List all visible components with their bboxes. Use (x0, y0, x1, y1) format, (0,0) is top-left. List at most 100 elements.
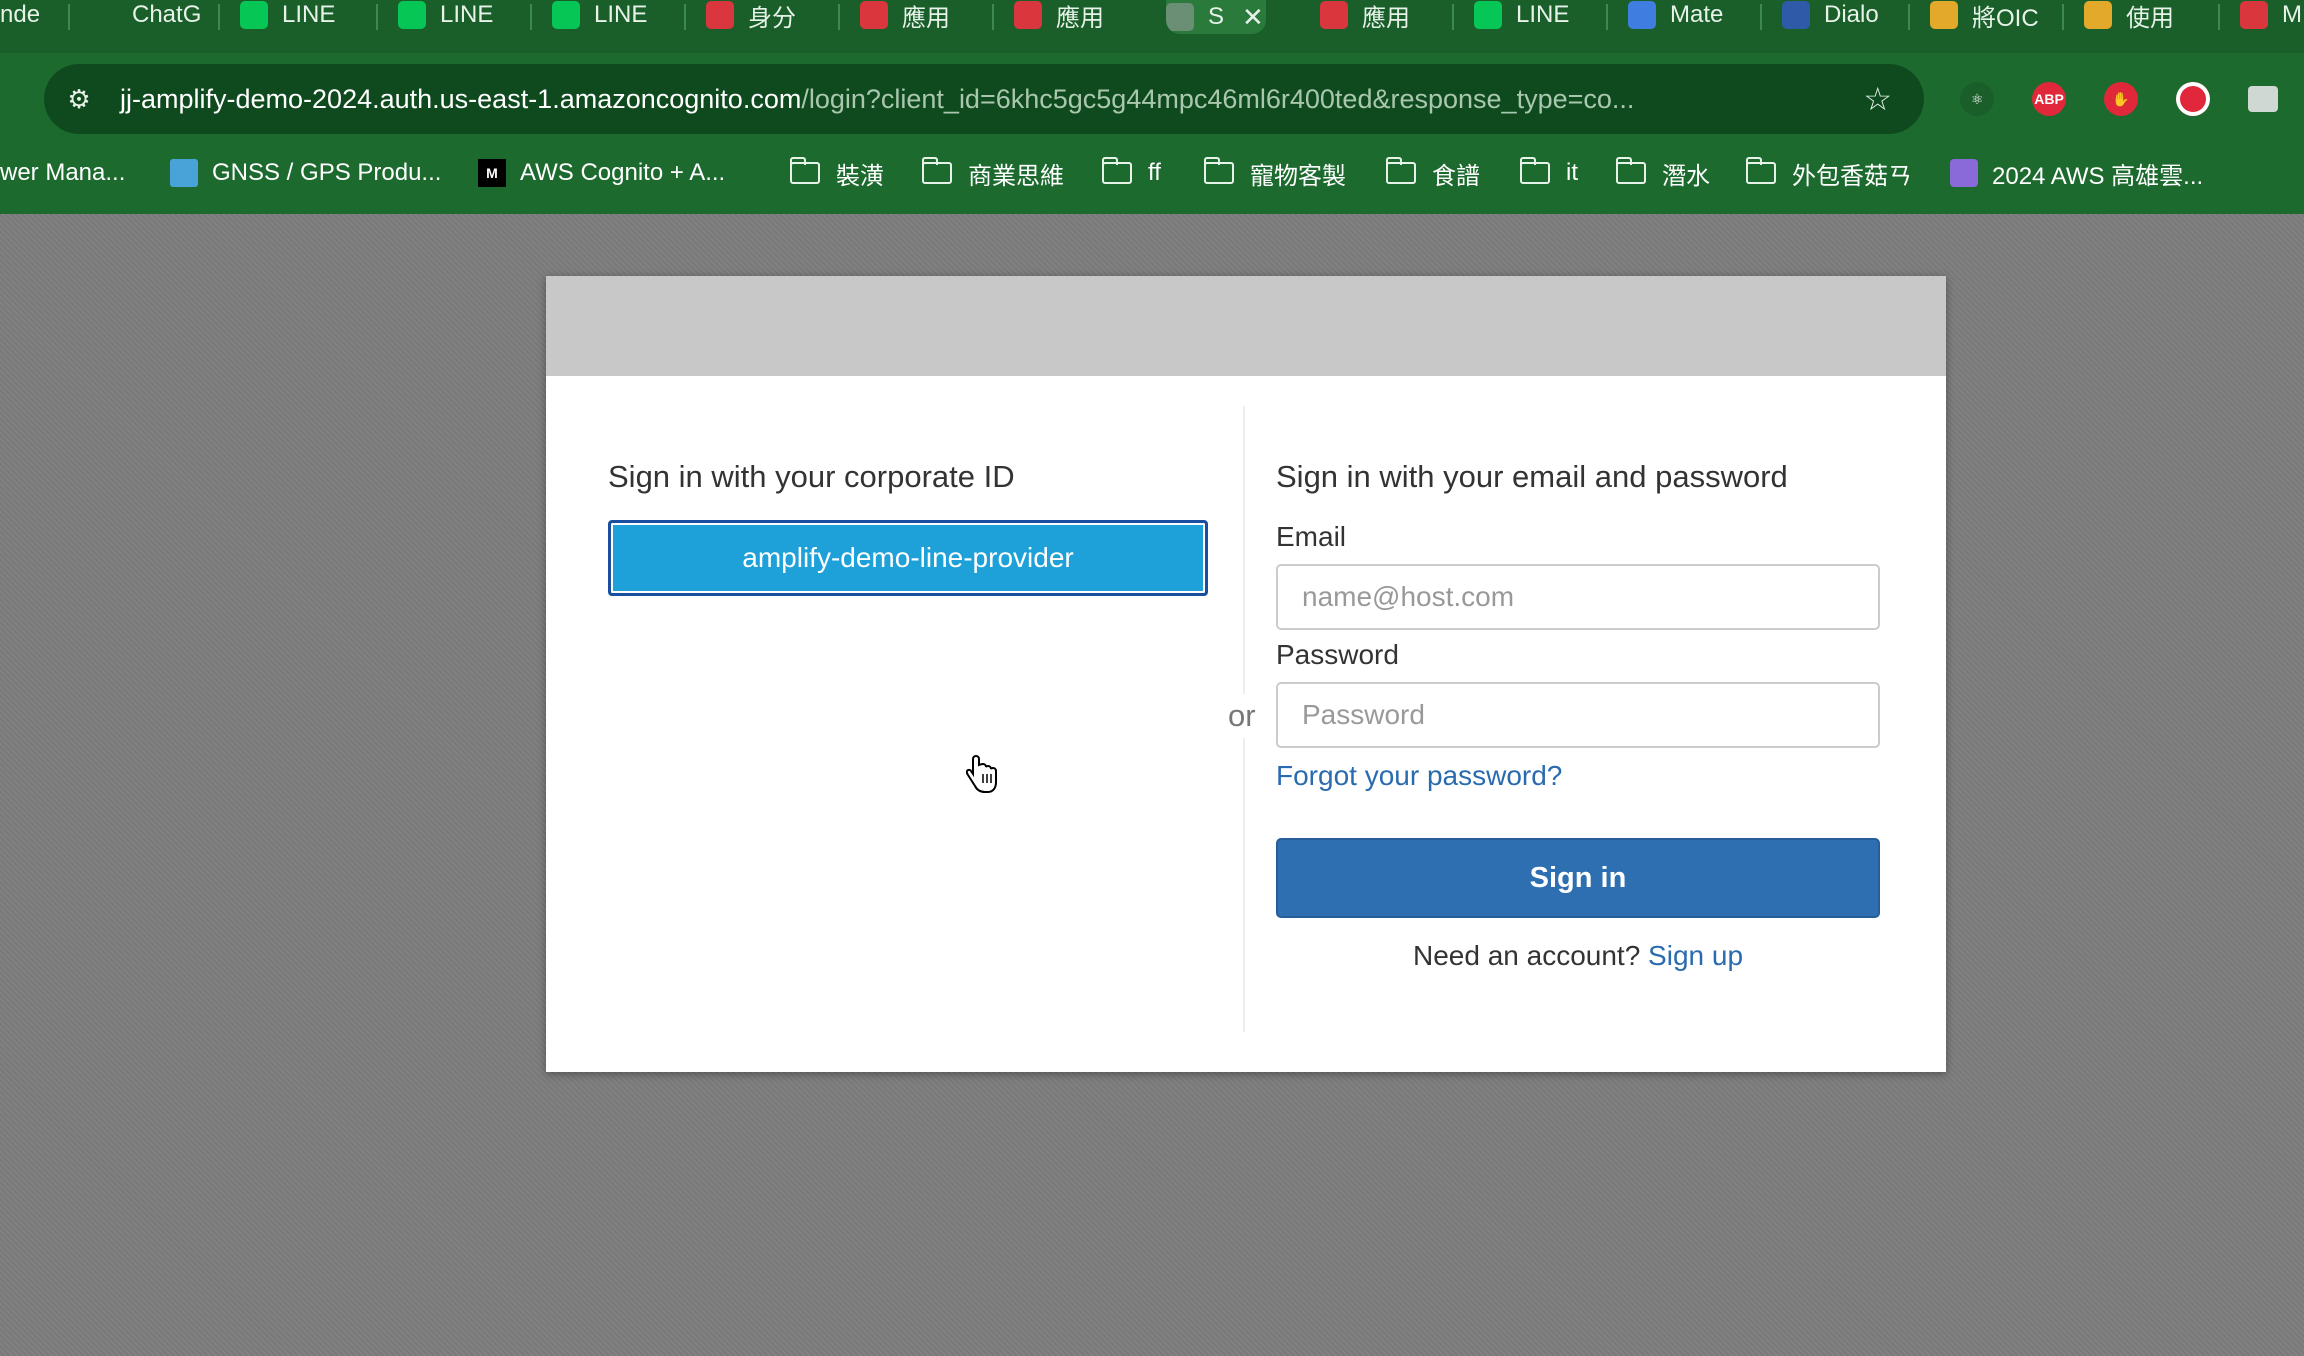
bookmark-item[interactable]: 外包香菇ㄢ (1746, 150, 1912, 196)
bookmark-label: wer Mana... (0, 159, 126, 186)
browser-tab[interactable]: Mate (1628, 0, 1758, 30)
tab-label: 使用 (2126, 4, 2174, 31)
tab-separator (992, 4, 994, 30)
line-icon (552, 1, 580, 29)
browser-tab[interactable]: 應用 (860, 0, 980, 30)
browser-tab[interactable]: ChatG (90, 0, 220, 30)
globe-icon (1166, 3, 1194, 31)
cloud-icon (2240, 1, 2268, 29)
folder-icon (1102, 157, 1132, 184)
bookmark-item[interactable]: 2024 AWS 高雄雲... (1950, 150, 2203, 196)
tab-label: M (2282, 1, 2302, 28)
bookmark-item[interactable]: it (1520, 150, 1578, 196)
bookmark-item[interactable]: ff (1102, 150, 1161, 196)
bookmark-label: it (1566, 159, 1578, 186)
page-background: Sign in with your corporate ID amplify-d… (0, 214, 2304, 1356)
bookmark-item[interactable]: 寵物客製 (1204, 150, 1346, 196)
tab-separator (1452, 4, 1454, 30)
box-icon (1930, 1, 1958, 29)
browser-tab[interactable]: 身分 (706, 0, 826, 30)
browser-tab[interactable]: 應用 (1320, 0, 1440, 30)
material-icon (1628, 1, 1656, 29)
bookmark-item[interactable]: M AWS Cognito + A... (478, 150, 725, 196)
folder-icon (1204, 157, 1234, 184)
tab-separator (684, 4, 686, 30)
tab-separator (2218, 4, 2220, 30)
tab-separator (2062, 4, 2064, 30)
signup-row: Need an account? Sign up (1276, 940, 1880, 972)
tab-label: Mate (1670, 1, 1724, 28)
bookmark-label: 2024 AWS 高雄雲... (1992, 162, 2204, 190)
tab-label: S (1208, 3, 1225, 30)
tab-label: nde (0, 1, 41, 28)
email-input[interactable] (1276, 564, 1880, 630)
sign-up-link[interactable]: Sign up (1648, 940, 1743, 971)
bookmark-label: GNSS / GPS Produ... (212, 159, 442, 186)
bookmark-item[interactable]: 商業思維 (922, 150, 1064, 196)
url-path: /login?client_id=6khc5gc5g44mpc46ml6r400… (801, 83, 1635, 114)
forgot-password-link[interactable]: Forgot your password? (1276, 758, 1882, 802)
tab-separator (1606, 4, 1608, 30)
bookmark-label: 商業思維 (968, 162, 1064, 190)
tab-label: 身分 (748, 4, 796, 31)
tab-label: LINE (282, 1, 336, 28)
bookmark-label: AWS Cognito + A... (520, 159, 726, 186)
address-bar[interactable]: ⚙ jj-amplify-demo-2024.auth.us-east-1.am… (44, 64, 1924, 134)
react-devtools-icon[interactable]: ⚛ (1960, 82, 1994, 116)
folder-icon (1520, 157, 1550, 184)
tab-label: LINE (594, 1, 648, 28)
bookmark-label: ff (1148, 159, 1161, 186)
folder-icon (1386, 157, 1416, 184)
hand-stop-icon[interactable]: ✋ (2104, 82, 2138, 116)
bookmark-item[interactable]: 食譜 (1386, 150, 1480, 196)
email-heading: Sign in with your email and password (1276, 459, 1788, 494)
browser-tab[interactable]: LINE (240, 0, 370, 30)
line-chat-icon (1474, 1, 1502, 29)
idp-provider-button[interactable]: amplify-demo-line-provider (608, 520, 1208, 596)
modal-body: Sign in with your corporate ID amplify-d… (546, 376, 1946, 1072)
corporate-signin-section: Sign in with your corporate ID amplify-d… (608, 456, 1208, 596)
tab-separator (838, 4, 840, 30)
browser-tab[interactable]: 使用 (2084, 0, 2214, 30)
window-icon[interactable] (2248, 86, 2278, 112)
close-tab-icon[interactable]: ✕ (1242, 2, 1264, 33)
browser-chrome: nde ChatG LINE LINE LINE 身分 應用 應用 S ✕ 應用 LINE Mate Di… (0, 0, 2304, 214)
chatgpt-icon (90, 1, 118, 29)
browser-tab[interactable]: M (2240, 0, 2304, 30)
url-host: jj-amplify-demo-2024.auth.us-east-1.amaz… (120, 83, 802, 114)
browser-tab[interactable]: Dialo (1782, 0, 1912, 30)
browser-tab[interactable]: nde (0, 0, 70, 30)
bookmark-item[interactable]: GNSS / GPS Produ... (170, 150, 441, 196)
record-icon[interactable] (2176, 82, 2210, 116)
password-input[interactable] (1276, 682, 1880, 748)
sign-in-button[interactable]: Sign in (1276, 838, 1880, 918)
browser-tab[interactable]: LINE (398, 0, 528, 30)
tab-separator (68, 4, 70, 30)
adblock-plus-icon[interactable]: ABP (2032, 82, 2066, 116)
browser-tab[interactable]: 應用 (1014, 0, 1134, 30)
bookmark-item[interactable]: wer Mana... (0, 150, 125, 196)
site-info-icon[interactable]: ⚙ (64, 84, 94, 114)
code-icon (240, 1, 268, 29)
tab-label: LINE (1516, 1, 1570, 28)
document-icon (1320, 1, 1348, 29)
tab-label: Dialo (1824, 1, 1879, 28)
browser-tab[interactable]: S ✕ (1166, 0, 1266, 34)
browser-tab[interactable]: 將OIC (1930, 0, 2060, 30)
url-text[interactable]: jj-amplify-demo-2024.auth.us-east-1.amaz… (120, 84, 1634, 115)
tab-separator (218, 4, 220, 30)
bookmark-item[interactable]: 潛水 (1616, 150, 1710, 196)
browser-tab[interactable]: LINE (1474, 0, 1604, 30)
tab-separator (1908, 4, 1910, 30)
dialog-icon (1782, 1, 1810, 29)
folder-icon (1746, 157, 1776, 184)
aws-cube-icon (1950, 159, 1978, 187)
tab-label: 將OIC (1972, 4, 2039, 31)
document-icon (706, 1, 734, 29)
browser-tab[interactable]: LINE (552, 0, 682, 30)
bookmark-label: 外包香菇ㄢ (1792, 162, 1912, 190)
bookmark-item[interactable]: 裝潢 (790, 150, 884, 196)
tab-label: 應用 (902, 4, 950, 31)
bookmark-label: 寵物客製 (1250, 162, 1346, 190)
bookmark-star-icon[interactable]: ☆ (1863, 80, 1892, 118)
